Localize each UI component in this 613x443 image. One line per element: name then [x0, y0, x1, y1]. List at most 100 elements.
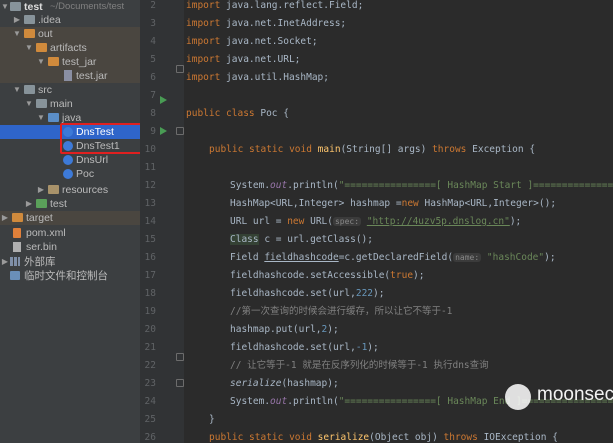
code-text: java.net.Socket;	[220, 36, 318, 47]
code-line: }	[209, 411, 215, 429]
code-text: HashMap<URL,Integer> hashmap =	[230, 198, 402, 209]
comment: //第一次查询的时候会进行缓存，所以让它不等于-1	[230, 306, 453, 317]
line-number: 2	[150, 0, 156, 11]
chevron-down-icon[interactable]: ▼	[24, 41, 34, 55]
folder-icon	[48, 57, 59, 66]
tree-label: test.jar	[76, 70, 108, 82]
code-text: (hashmap);	[281, 378, 339, 389]
method-name: serialize	[311, 432, 370, 443]
code-line: Field fieldhashcode=c.getDeclaredField(n…	[230, 249, 556, 267]
code-text: =c.getDeclaredField(	[338, 252, 454, 263]
code-line: public class Poc {	[186, 105, 289, 123]
chevron-down-icon[interactable]: ▼	[12, 83, 22, 97]
line-number: 15	[144, 234, 156, 245]
tree-label: test_jar	[62, 56, 97, 68]
tree-label: main	[50, 98, 73, 110]
tree-row-ser[interactable]: ser.bin	[0, 240, 140, 254]
line-number: 21	[144, 342, 156, 353]
string-literal: "================[ HashMap Start ]======…	[338, 180, 613, 191]
fold-marker-icon[interactable]	[176, 65, 184, 73]
code-text: java.net.URL;	[220, 54, 301, 65]
line-number: 10	[144, 144, 156, 155]
tree-label: artifacts	[50, 42, 87, 54]
keyword: import	[186, 18, 221, 29]
project-name: test	[24, 1, 43, 13]
code-text: fieldhashcode.setAccessible(	[230, 270, 391, 281]
keyword: import	[186, 72, 221, 83]
code-text: HashMap<URL,Integer>();	[418, 198, 557, 209]
keyword: import	[186, 54, 221, 65]
code-text: }	[209, 414, 215, 425]
line-number: 5	[150, 54, 156, 65]
chevron-right-icon[interactable]: ▶	[0, 211, 10, 225]
code-text: fieldhashcode.set(url,	[230, 288, 356, 299]
chevron-right-icon[interactable]: ▶	[24, 197, 34, 211]
tree-label: Poc	[76, 168, 95, 180]
tree-row-idea[interactable]: ▶ .idea	[0, 13, 140, 27]
code-line: fieldhashcode.set(url,222);	[230, 285, 384, 303]
watermark: moonsec	[505, 374, 613, 434]
fold-marker-icon[interactable]	[176, 353, 184, 361]
tree-row-root[interactable]: ▼ test ~/Documents/test	[0, 0, 140, 14]
number-literal: 222	[355, 288, 374, 299]
line-number: 22	[144, 360, 156, 371]
tree-label: 临时文件和控制台	[24, 270, 108, 282]
folder-icon	[36, 43, 47, 52]
run-class-icon[interactable]	[160, 96, 167, 104]
string-literal[interactable]: "http://4uzv5p.dnslog.cn"	[367, 216, 510, 227]
code-text: URL(	[304, 216, 333, 227]
run-main-icon[interactable]	[160, 127, 167, 135]
resources-folder-icon	[48, 185, 59, 194]
code-line: // 让它等于-1 就是在反序列化的时候等于-1 执行dns查询	[230, 357, 489, 375]
keyword: public static void	[209, 144, 312, 155]
project-tree-panel: ▼ test ~/Documents/test ▶ .idea ▼ out ▼ …	[0, 0, 140, 443]
chevron-down-icon[interactable]: ▼	[24, 97, 34, 111]
code-text: Field	[230, 252, 265, 263]
code-text: System.	[230, 396, 271, 407]
tree-row-artifacts[interactable]: ▼ artifacts	[0, 41, 140, 55]
tree-row-pom[interactable]: pom.xml	[0, 226, 140, 240]
chevron-down-icon[interactable]: ▼	[12, 27, 22, 41]
tree-label: ser.bin	[26, 241, 57, 253]
code-line: import java.net.InetAddress;	[186, 15, 346, 33]
fold-marker-icon[interactable]	[176, 127, 184, 135]
tree-label: out	[38, 28, 53, 40]
tree-row-test-dir[interactable]: ▶ test	[0, 197, 140, 211]
chevron-down-icon[interactable]: ▼	[36, 111, 46, 125]
tree-row-target[interactable]: ▶ target	[0, 211, 140, 225]
tree-row-dnsurl[interactable]: DnsUrl	[0, 153, 140, 167]
tree-row-src[interactable]: ▼ src	[0, 83, 140, 97]
code-line: import java.lang.reflect.Field;	[186, 0, 363, 15]
chevron-right-icon[interactable]: ▶	[0, 255, 10, 269]
highlight-box	[60, 123, 140, 154]
chevron-down-icon[interactable]: ▼	[36, 55, 46, 69]
tree-row-scratches[interactable]: 临时文件和控制台	[0, 269, 140, 283]
tree-label: DnsUrl	[76, 154, 109, 166]
line-number: 19	[144, 306, 156, 317]
line-number: 6	[150, 72, 156, 83]
chevron-right-icon[interactable]: ▶	[36, 183, 46, 197]
fold-marker-icon[interactable]	[176, 379, 184, 387]
tree-row-out[interactable]: ▼ out	[0, 27, 140, 41]
tree-row-resources[interactable]: ▶ resources	[0, 183, 140, 197]
tree-row-main[interactable]: ▼ main	[0, 97, 140, 111]
tree-label: .idea	[38, 14, 61, 26]
file-icon	[13, 242, 21, 252]
keyword: new	[287, 216, 305, 227]
code-text: Exception {	[466, 144, 536, 155]
field: out	[270, 180, 288, 191]
keyword: throws	[432, 144, 467, 155]
tree-row-test-jar-file[interactable]: test.jar	[0, 69, 140, 83]
keyword: true	[390, 270, 414, 281]
line-number: 4	[150, 36, 156, 47]
chevron-down-icon[interactable]: ▼	[0, 0, 10, 14]
tree-row-poc[interactable]: Poc	[0, 167, 140, 181]
line-gutter: 2 3 4 5 6 7 8 9 10 11 12 13 14 15 16 17 …	[140, 0, 184, 443]
code-text: );	[544, 252, 556, 263]
chevron-right-icon[interactable]: ▶	[12, 13, 22, 27]
tree-row-test-jar-dir[interactable]: ▼ test_jar	[0, 55, 140, 69]
watermark-text: moonsec	[537, 384, 613, 405]
folder-icon	[24, 15, 35, 24]
tree-row-external-libs[interactable]: ▶ 外部库	[0, 255, 140, 269]
line-number: 7	[150, 90, 156, 101]
